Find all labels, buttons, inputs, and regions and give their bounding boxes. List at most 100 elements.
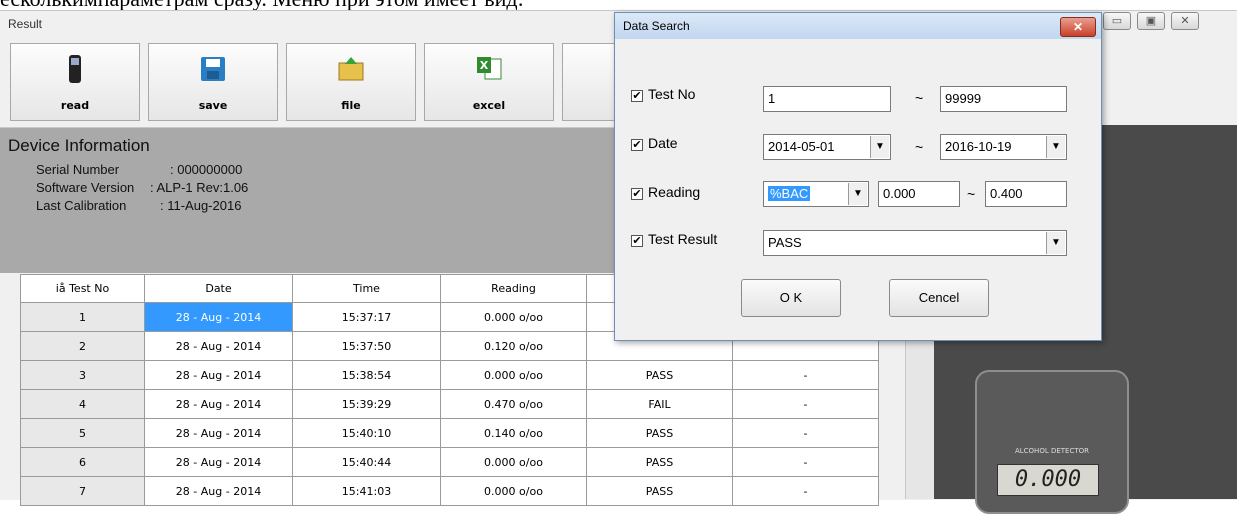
time-cell: 15:40:44	[292, 447, 441, 477]
column-header-test-no[interactable]: iå Test No	[20, 274, 145, 303]
result-cell: PASS	[586, 476, 733, 506]
reading-range-separator: ~	[967, 186, 976, 202]
date-from-value: 2014-05-01	[768, 139, 835, 154]
test-no-range-separator: ~	[915, 90, 924, 106]
chevron-down-icon[interactable]: ▼	[870, 136, 889, 158]
floppy-disk-icon	[201, 57, 225, 81]
chevron-down-icon[interactable]: ▼	[1046, 232, 1065, 254]
column-header-reading[interactable]: Reading	[440, 274, 587, 303]
test-result-select[interactable]: PASS ▼	[763, 230, 1067, 256]
cancel-button[interactable]: Cencel	[889, 279, 989, 317]
extra-cell: -	[732, 447, 879, 477]
device-info-heading: Device Information	[8, 136, 150, 155]
file-button[interactable]: file	[286, 43, 416, 121]
date-to-value: 2016-10-19	[945, 139, 1012, 154]
last-calibration-value: : 11-Aug-2016	[160, 198, 242, 213]
date-cell: 28 - Aug - 2014	[144, 331, 293, 361]
test-result-label: Test Result	[648, 231, 718, 247]
software-version-label: Software Version	[36, 180, 135, 195]
minimize-button[interactable]: ▭	[1103, 12, 1131, 30]
test-no-cell: 6	[20, 447, 145, 477]
save-label: save	[198, 99, 228, 112]
test-no-cell: 1	[20, 302, 145, 332]
time-cell: 15:37:17	[292, 302, 441, 332]
device-reading-display: 0.000	[997, 464, 1099, 496]
extra-cell: -	[732, 360, 879, 390]
reading-cell: 0.000 o/oo	[440, 302, 587, 332]
last-calibration-label: Last Calibration	[36, 198, 127, 213]
svg-text:X: X	[480, 59, 489, 72]
result-cell: PASS	[586, 447, 733, 477]
test-no-cell: 7	[20, 476, 145, 506]
window-controls: ▭ ▣ ✕	[1103, 12, 1233, 32]
folder-icon	[338, 57, 364, 81]
date-cell: 28 - Aug - 2014	[144, 476, 293, 506]
read-button[interactable]: read	[10, 43, 140, 121]
result-cell: PASS	[586, 360, 733, 390]
chevron-down-icon[interactable]: ▼	[848, 183, 867, 205]
column-header-time[interactable]: Time	[292, 274, 441, 303]
excel-label: excel	[472, 99, 506, 112]
time-cell: 15:41:03	[292, 476, 441, 506]
test-no-to-input[interactable]: 99999	[940, 86, 1067, 112]
test-no-label: Test No	[648, 86, 696, 102]
date-to-select[interactable]: 2016-10-19 ▼	[940, 134, 1067, 160]
date-cell: 28 - Aug - 2014	[144, 447, 293, 477]
ok-button[interactable]: O K	[741, 279, 841, 317]
reading-cell: 0.470 o/oo	[440, 389, 587, 419]
excel-icon: X	[477, 57, 502, 80]
save-button[interactable]: save	[148, 43, 278, 121]
time-cell: 15:38:54	[292, 360, 441, 390]
serial-number-value: : 000000000	[170, 162, 243, 177]
result-cell: FAIL	[586, 389, 733, 419]
reading-checkbox[interactable]: ✔	[631, 188, 643, 200]
date-cell: 28 - Aug - 2014	[144, 418, 293, 448]
maximize-button[interactable]: ▣	[1137, 12, 1165, 30]
table-row[interactable]: 4 28 - Aug - 2014 15:39:29 0.470 o/oo FA…	[20, 389, 879, 419]
table-row[interactable]: 6 28 - Aug - 2014 15:40:44 0.000 o/oo PA…	[20, 447, 879, 477]
device-brand-label: ALCOHOL DETECTOR	[1014, 447, 1090, 455]
dialog-close-button[interactable]: ✕	[1060, 17, 1096, 37]
date-label: Date	[648, 135, 678, 151]
extra-cell: -	[732, 418, 879, 448]
test-no-cell: 5	[20, 418, 145, 448]
test-no-from-input[interactable]: 1	[763, 86, 891, 112]
data-search-dialog: Data Search ✕ ✔ Test No 1 ~ 99999 ✔ Date…	[614, 12, 1102, 341]
reading-label: Reading	[648, 184, 701, 200]
phone-device-icon	[69, 55, 81, 83]
close-window-button[interactable]: ✕	[1171, 12, 1199, 30]
date-cell: 28 - Aug - 2014	[144, 389, 293, 419]
test-no-checkbox[interactable]: ✔	[631, 90, 643, 102]
date-from-select[interactable]: 2014-05-01 ▼	[763, 134, 891, 160]
window-title: Result	[8, 17, 43, 31]
test-result-checkbox[interactable]: ✔	[631, 235, 643, 247]
date-checkbox[interactable]: ✔	[631, 139, 643, 151]
column-header-date[interactable]: Date	[144, 274, 293, 303]
test-result-value: PASS	[768, 235, 802, 250]
breathalyzer-device-image: ALCOHOL DETECTOR 0.000	[975, 370, 1129, 514]
time-cell: 15:39:29	[292, 389, 441, 419]
dialog-title-bar: Data Search ✕	[615, 13, 1101, 39]
read-label: read	[60, 99, 90, 112]
reading-cell: 0.000 o/oo	[440, 476, 587, 506]
table-row[interactable]: 7 28 - Aug - 2014 15:41:03 0.000 o/oo PA…	[20, 476, 879, 506]
dialog-title: Data Search	[623, 19, 690, 33]
excel-button[interactable]: X excel	[424, 43, 554, 121]
reading-cell: 0.140 o/oo	[440, 418, 587, 448]
reading-from-input[interactable]: 0.000	[878, 181, 960, 207]
reading-unit-select[interactable]: %BAC ▼	[763, 181, 869, 207]
reading-cell: 0.000 o/oo	[440, 447, 587, 477]
reading-cell: 0.120 o/oo	[440, 331, 587, 361]
date-range-separator: ~	[915, 139, 924, 155]
table-row[interactable]: 3 28 - Aug - 2014 15:38:54 0.000 o/oo PA…	[20, 360, 879, 390]
test-no-cell: 4	[20, 389, 145, 419]
test-no-cell: 2	[20, 331, 145, 361]
reading-to-input[interactable]: 0.400	[985, 181, 1067, 207]
date-cell[interactable]: 28 - Aug - 2014	[144, 302, 293, 332]
test-no-cell: 3	[20, 360, 145, 390]
time-cell: 15:40:10	[292, 418, 441, 448]
chevron-down-icon[interactable]: ▼	[1046, 136, 1065, 158]
reading-unit-value: %BAC	[768, 186, 811, 201]
reading-cell: 0.000 o/oo	[440, 360, 587, 390]
table-row[interactable]: 5 28 - Aug - 2014 15:40:10 0.140 o/oo PA…	[20, 418, 879, 448]
